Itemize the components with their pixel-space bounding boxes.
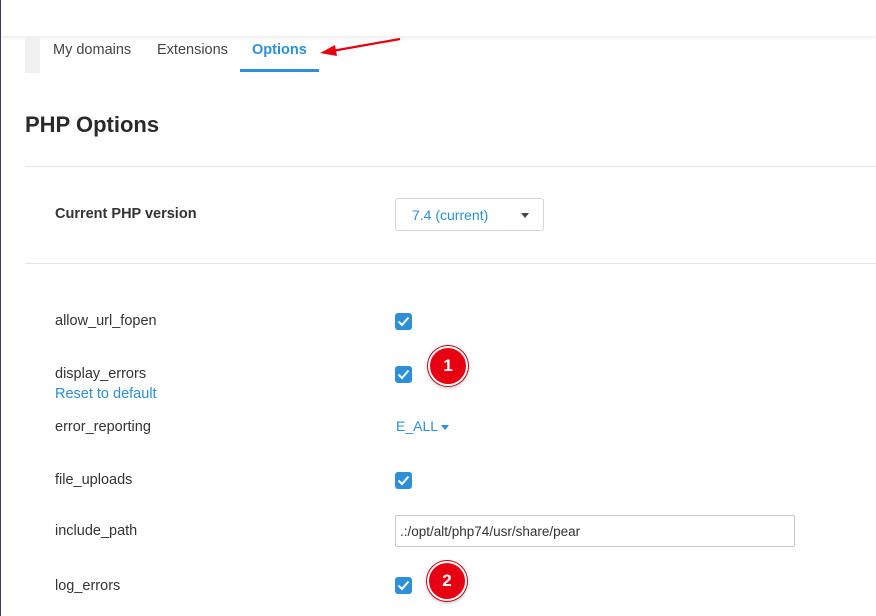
option-label-log-errors: log_errors [55,578,121,594]
top-header-bar [1,0,876,36]
checkmark-icon [397,316,410,327]
file-uploads-checkbox[interactable] [395,472,412,489]
annotation-arrow-icon [320,37,401,56]
include-path-input[interactable] [395,515,795,547]
option-label-include-path: include_path [55,523,138,539]
checkmark-icon [397,475,410,486]
log-errors-checkbox[interactable] [395,577,412,594]
option-label-display-errors: display_errors [55,366,147,382]
php-version-value: 7.4 (current) [412,207,489,223]
page-title: PHP Options [25,112,160,137]
caret-down-icon [441,424,450,430]
error-reporting-value: E_ALL [396,418,439,434]
window-edge [0,0,1,616]
option-label-error-reporting: error_reporting [55,419,151,435]
option-label-file-uploads: file_uploads [55,472,133,488]
chevron-down-icon [521,213,529,218]
tab-options[interactable]: Options [252,42,307,58]
reset-to-default-link[interactable]: Reset to default [55,386,157,402]
active-tab-indicator [240,69,319,72]
option-label-allow-url-fopen: allow_url_fopen [55,313,157,329]
section-divider [25,263,876,264]
error-reporting-dropdown[interactable]: E_ALL [396,418,450,434]
tab-bar-stub [25,36,40,73]
annotation-badge-1: 1 [428,346,468,386]
checkmark-icon [397,369,410,380]
tab-my-domains[interactable]: My domains [53,42,131,58]
php-version-select[interactable]: 7.4 (current) [395,198,544,231]
tab-bar: My domains Extensions Options [25,36,876,74]
annotation-badge-2: 2 [427,561,467,601]
section-divider [25,166,876,167]
tab-extensions[interactable]: Extensions [157,42,228,58]
checkmark-icon [397,580,410,591]
display-errors-checkbox[interactable] [395,366,412,383]
allow-url-fopen-checkbox[interactable] [395,313,412,330]
php-version-label: Current PHP version [55,206,197,222]
